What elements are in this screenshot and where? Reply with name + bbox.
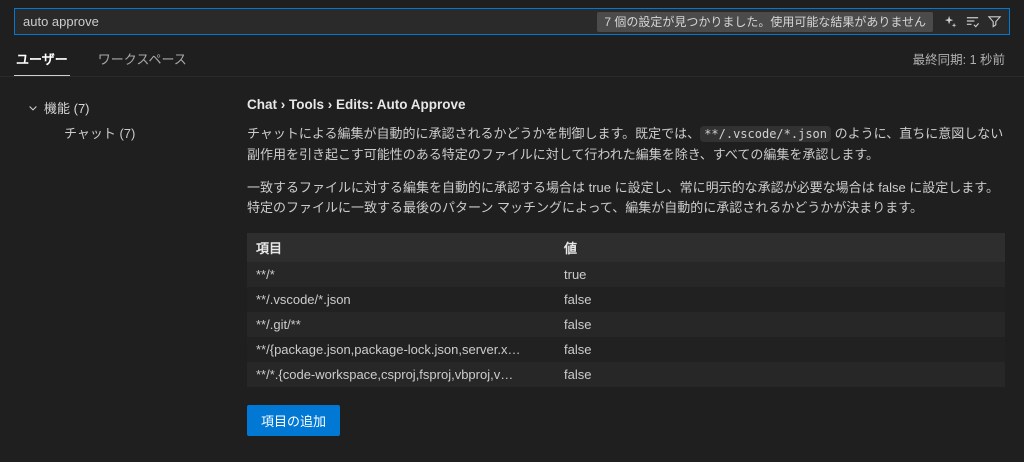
item-value: false bbox=[564, 317, 592, 333]
tab-user[interactable]: ユーザー bbox=[14, 41, 70, 76]
item-value: false bbox=[564, 367, 592, 383]
item-key: **/.vscode/*.json bbox=[256, 292, 351, 308]
setting-title: Chat › Tools › Edits: Auto Approve bbox=[247, 97, 466, 112]
toc-item-label: チャット (7) bbox=[64, 126, 136, 141]
item-value: false bbox=[564, 342, 592, 358]
column-header-value: 値 bbox=[555, 233, 1005, 263]
item-value: false bbox=[564, 292, 592, 308]
tab-workspace[interactable]: ワークスペース bbox=[96, 41, 189, 76]
ai-search-icon[interactable] bbox=[939, 11, 961, 33]
search-input[interactable] bbox=[23, 14, 598, 29]
settings-search-row: 7 個の設定が見つかりました。使用可能な結果がありません bbox=[0, 0, 1024, 41]
setting-detail: Chat › Tools › Edits: Auto Approve チャットに… bbox=[247, 77, 1024, 462]
item-key: **/* bbox=[256, 267, 275, 283]
table-row[interactable]: **/*.{code-workspace,csproj,fsproj,vbpro… bbox=[247, 362, 1005, 388]
filter-list-icon[interactable] bbox=[961, 11, 983, 33]
filter-icon[interactable] bbox=[983, 11, 1005, 33]
setting-description-1: チャットによる編集が自動的に承認されるかどうかを制御します。既定では、 **/.v… bbox=[247, 124, 1005, 166]
inline-code: **/.vscode/*.json bbox=[700, 126, 832, 142]
add-item-button[interactable]: 項目の追加 bbox=[247, 405, 341, 437]
sync-status: 最終同期: 1 秒前 bbox=[912, 53, 1005, 67]
settings-editor: 7 個の設定が見つかりました。使用可能な結果がありません bbox=[0, 0, 1024, 462]
table-row[interactable]: **/.vscode/*.json false bbox=[247, 287, 1005, 313]
description-text: チャットによる編集が自動的に承認されるかどうかを制御します。既定では、 bbox=[247, 126, 701, 141]
toc-item-features[interactable]: 機能 (7) bbox=[24, 95, 247, 120]
chevron-down-icon[interactable] bbox=[24, 102, 42, 114]
search-results-badge: 7 個の設定が見つかりました。使用可能な結果がありません bbox=[597, 11, 933, 32]
setting-description-2: 一致するファイルに対する編集を自動的に承認する場合は true に設定し、常に明… bbox=[247, 179, 1000, 216]
settings-scope-tabs: ユーザー ワークスペース 最終同期: 1 秒前 bbox=[0, 41, 1024, 77]
column-header-key: 項目 bbox=[247, 233, 555, 263]
table-row[interactable]: **/{package.json,package-lock.json,serve… bbox=[247, 337, 1005, 363]
item-key: **/{package.json,package-lock.json,serve… bbox=[256, 342, 521, 358]
table-row[interactable]: **/* true bbox=[247, 262, 1005, 288]
toc-item-label: 機能 (7) bbox=[44, 101, 90, 116]
item-key: **/.git/** bbox=[256, 317, 301, 333]
table-row[interactable]: **/.git/** false bbox=[247, 312, 1005, 338]
settings-toc: 機能 (7) チャット (7) bbox=[0, 77, 247, 462]
table-header-row: 項目 値 bbox=[247, 233, 1005, 263]
item-key: **/*.{code-workspace,csproj,fsproj,vbpro… bbox=[256, 367, 514, 383]
settings-body: 機能 (7) チャット (7) Chat › Tools › Edits: Au… bbox=[0, 77, 1024, 462]
item-value: true bbox=[564, 267, 587, 283]
toc-item-chat[interactable]: チャット (7) bbox=[24, 120, 247, 145]
settings-search-box: 7 個の設定が見つかりました。使用可能な結果がありません bbox=[14, 8, 1010, 35]
setting-items-table: 項目 値 **/* true **/.vscode/*.json false *… bbox=[247, 233, 1005, 388]
